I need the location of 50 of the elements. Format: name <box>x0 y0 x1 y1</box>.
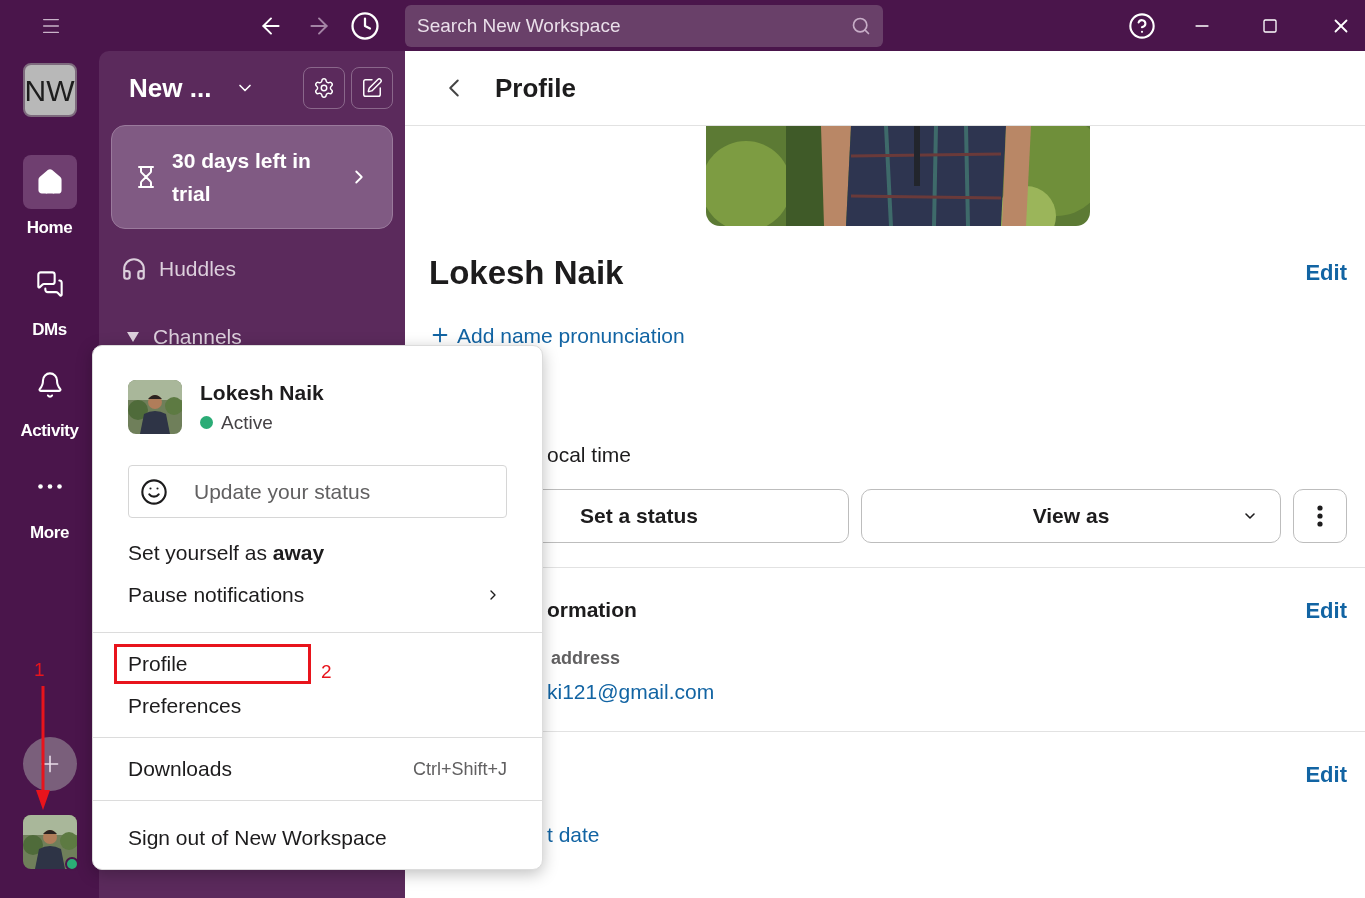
workspace-title[interactable]: New ... <box>129 68 212 108</box>
status-input[interactable]: Update your status <box>128 465 507 518</box>
edit-link[interactable]: Edit <box>1305 256 1347 290</box>
rail-item[interactable]: DMs <box>9 256 90 342</box>
section-title: ormation <box>547 598 637 622</box>
keyboard-shortcut: Ctrl+Shift+J <box>412 757 507 781</box>
history-icon[interactable] <box>350 10 380 41</box>
settings-button[interactable] <box>303 67 345 109</box>
profile-name: Lokesh Naik <box>429 253 624 293</box>
rail-item[interactable]: Activity <box>9 358 90 444</box>
more-options-button[interactable] <box>1293 488 1347 543</box>
section-header[interactable]: Channels <box>111 321 393 353</box>
user-name: Lokesh Naik <box>200 380 324 406</box>
local-time-text: ocal time <box>547 443 632 466</box>
search-field[interactable]: Search New Workspace <box>405 4 883 47</box>
smiley-icon <box>140 477 168 506</box>
sidebar-item[interactable]: Huddles <box>111 251 393 287</box>
status-text: Active <box>221 410 273 435</box>
workspace-icon[interactable]: NW <box>22 63 77 117</box>
menu-item[interactable]: Preferences <box>93 685 542 727</box>
rail-item[interactable]: Home <box>9 155 90 241</box>
step-number: 1 <box>34 658 45 682</box>
settings-icon <box>313 77 335 99</box>
more-vertical-icon <box>1317 504 1323 527</box>
date-link[interactable]: t date <box>547 823 600 846</box>
menu-item[interactable]: Pause notifications <box>93 574 542 616</box>
chat-bubbles-icon <box>35 269 64 298</box>
bell-icon <box>35 371 64 399</box>
page-title: Profile <box>495 71 576 105</box>
add-pronunciation-link[interactable]: Add name pronunciation <box>429 319 1347 351</box>
menu-item[interactable]: Sign out of New Workspace <box>93 817 542 859</box>
edit-link[interactable]: Edit <box>1305 593 1347 627</box>
menu-item[interactable]: Profile 2 <box>93 643 542 685</box>
compose-button[interactable] <box>351 67 393 109</box>
view-as-dropdown[interactable]: View as <box>861 488 1281 543</box>
headphones-icon <box>121 256 147 282</box>
compose-icon <box>361 77 383 99</box>
rail-item[interactable]: More <box>9 459 90 545</box>
caret-icon <box>127 331 139 342</box>
field-label: address <box>551 647 621 668</box>
help-icon[interactable] <box>1128 11 1156 40</box>
menu-item[interactable]: Downloads Ctrl+Shift+J <box>93 748 542 790</box>
home-icon <box>35 168 64 196</box>
search-icon <box>851 15 871 36</box>
trial-banner[interactable]: 30 days left in trial <box>111 125 393 229</box>
step-number: 2 <box>321 660 332 684</box>
edit-link[interactable]: Edit <box>1305 758 1347 791</box>
more-icon <box>37 484 62 489</box>
maximize-icon[interactable] <box>1262 17 1278 34</box>
email-link[interactable]: ki121@gmail.com <box>547 679 715 703</box>
